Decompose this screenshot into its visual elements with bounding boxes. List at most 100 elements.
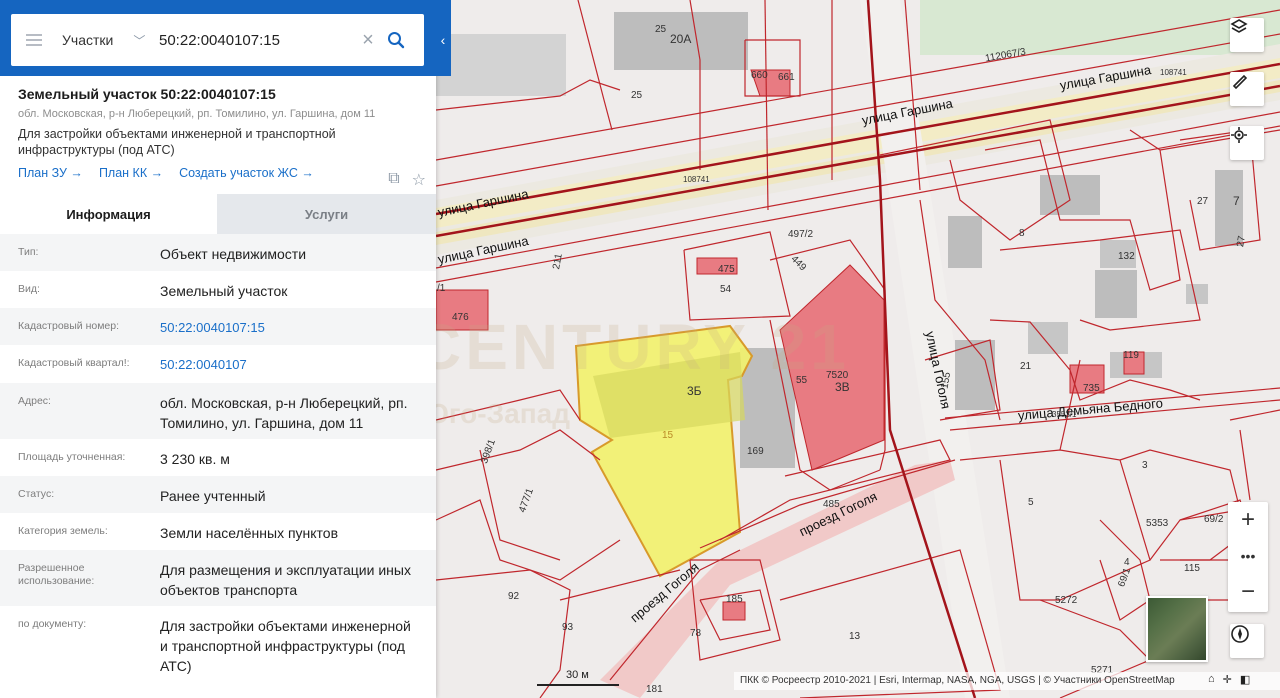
parcel-label: 497/2 xyxy=(788,229,814,240)
attribution-icons: ⌂ ✛ ◧ xyxy=(1208,673,1250,686)
parcel-label: 27 xyxy=(1197,196,1209,207)
info-row: Кадастровый номер: 50:22:0040107:15 xyxy=(0,308,436,345)
parcel-title: Земельный участок 50:22:0040107:15 xyxy=(18,86,276,102)
row-label: Вид: xyxy=(18,283,40,295)
parcel-label: 5 xyxy=(1028,497,1034,508)
row-label: Категория земель: xyxy=(18,525,108,537)
cadastral-quarter-link[interactable]: 50:22:0040107 xyxy=(160,345,418,383)
parcel-label: 21 xyxy=(1020,361,1032,372)
row-value: Ранее учтенный xyxy=(160,488,266,504)
parcel-label: 20А xyxy=(670,32,692,46)
crosshair-icon xyxy=(1231,127,1247,143)
object-type-select[interactable]: Участки ﹀ xyxy=(57,32,159,49)
parcel-label: 13 xyxy=(849,631,861,642)
collapse-panel-button[interactable]: ‹ xyxy=(435,18,451,62)
chevron-left-icon: ‹ xyxy=(440,32,446,48)
info-row: Категория земель: Земли населённых пункт… xyxy=(0,513,436,550)
create-parcel-link[interactable]: Создать участок ЖС → xyxy=(179,166,314,180)
object-type-value: Участки xyxy=(62,32,114,48)
watermark: CENTURY 21 xyxy=(415,311,850,383)
parcel-purpose: Для застройки объектами инженерной и тра… xyxy=(18,127,336,157)
crosshair-small-icon[interactable]: ✛ xyxy=(1223,673,1232,686)
parcel-label: 27 xyxy=(1235,235,1248,248)
scale-label: 30 м xyxy=(566,669,589,681)
parcel-label: 3552/1 xyxy=(1052,410,1077,419)
basemap-switcher[interactable] xyxy=(1146,596,1208,662)
info-row: Тип: Объект недвижимости xyxy=(0,234,436,271)
parcel-label: 7 xyxy=(1233,194,1240,208)
parcel-links: План ЗУ → План КК → Создать участок ЖС → xyxy=(18,166,428,180)
parcel-label: 660 xyxy=(751,70,768,81)
row-label: Кадастровый номер: xyxy=(18,320,120,332)
parcel-header: Земельный участок 50:22:0040107:15 обл. … xyxy=(18,86,428,180)
search-bar: Участки ﹀ × xyxy=(0,0,451,76)
scale-bar xyxy=(537,684,619,686)
parcel-label: 25 xyxy=(655,24,667,35)
parcel-label: 78 xyxy=(690,628,702,639)
zoom-in-button[interactable]: + xyxy=(1228,502,1268,538)
menu-button[interactable] xyxy=(11,14,57,66)
more-button[interactable]: ••• xyxy=(1228,538,1268,574)
parcel-label: 8 xyxy=(1019,228,1025,239)
ruler-button[interactable] xyxy=(1230,72,1264,106)
row-value: Для застройки объектами инженерной и тра… xyxy=(160,618,411,674)
search-document-icon[interactable]: ⧉ xyxy=(388,170,399,190)
info-row: Адрес: обл. Московская, р-н Люберецкий, … xyxy=(0,383,436,439)
info-panel: Земельный участок 50:22:0040107:15 обл. … xyxy=(0,0,436,698)
row-value: Земли населённых пунктов xyxy=(160,525,339,541)
info-row: Кадастровый квартал!: 50:22:0040107 xyxy=(0,345,436,383)
layers-icon xyxy=(1230,19,1248,33)
compass-button[interactable] xyxy=(1230,624,1264,658)
close-icon: × xyxy=(362,28,374,51)
hamburger-icon xyxy=(26,34,42,46)
parcel-label: 475 xyxy=(718,264,735,275)
star-icon[interactable]: ☆ xyxy=(412,170,426,190)
tab-bar: Информация Услуги xyxy=(0,194,436,234)
square-icon[interactable]: ◧ xyxy=(1240,673,1250,686)
cadastral-number-link[interactable]: 50:22:0040107:15 xyxy=(160,308,418,345)
info-row: по документу: Для застройки объектами ин… xyxy=(0,606,436,686)
parcel-label: 119 xyxy=(1123,350,1139,361)
parcel-label: 3 xyxy=(1142,460,1148,471)
compass-icon xyxy=(1231,625,1249,643)
row-value: Объект недвижимости xyxy=(160,246,307,262)
plus-icon: + xyxy=(1240,506,1255,533)
parcel-label: 132 xyxy=(1118,251,1135,262)
minus-icon: − xyxy=(1240,578,1255,605)
info-row: Статус: Ранее учтенный xyxy=(0,476,436,513)
plan-kk-link[interactable]: План КК → xyxy=(99,166,163,180)
parcel-address: обл. Московская, р-н Люберецкий, рп. Том… xyxy=(18,108,376,120)
ruler-icon xyxy=(1232,74,1248,90)
home-icon[interactable]: ⌂ xyxy=(1208,673,1215,686)
clear-button[interactable]: × xyxy=(355,29,381,52)
tab-services[interactable]: Услуги xyxy=(217,194,436,234)
info-row: Вид: Земельный участок xyxy=(0,271,436,308)
parcel-label: 735 xyxy=(1083,383,1100,394)
parcel-label: 92 xyxy=(508,591,520,602)
parcel-label: 661 xyxy=(778,72,795,83)
locate-button[interactable] xyxy=(1230,126,1264,160)
row-label: Адрес: xyxy=(18,395,51,407)
parcel-label: 115 xyxy=(1184,563,1200,574)
search-button[interactable] xyxy=(381,14,411,66)
zoom-controls: + ••• − xyxy=(1228,502,1268,612)
layers-button[interactable] xyxy=(1230,18,1264,52)
watermark-subtitle: Юго-Запад xyxy=(420,398,570,429)
search-input[interactable] xyxy=(159,31,355,49)
parcel-label: 185 xyxy=(726,594,743,605)
row-label: Статус: xyxy=(18,488,55,500)
plan-zu-link[interactable]: План ЗУ → xyxy=(18,166,83,180)
zoom-out-button[interactable]: − xyxy=(1228,574,1268,610)
parcel-label: 5353 xyxy=(1146,518,1169,529)
parcel-actions: ⧉ ☆ xyxy=(388,170,426,190)
parcel-label: 485 xyxy=(823,499,840,510)
info-table: Тип: Объект недвижимости Вид: Земельный … xyxy=(0,234,436,686)
parcel-label: /1 xyxy=(437,283,446,294)
row-value: 3 230 кв. м xyxy=(160,451,230,467)
parcel-label: 54 xyxy=(720,284,732,295)
row-value: Земельный участок xyxy=(160,283,288,299)
parcel-label: 15 xyxy=(662,430,674,441)
row-label: Разрешенное использование: xyxy=(18,562,95,587)
tab-info[interactable]: Информация xyxy=(0,194,217,234)
parcel-label: 181 xyxy=(646,684,663,695)
